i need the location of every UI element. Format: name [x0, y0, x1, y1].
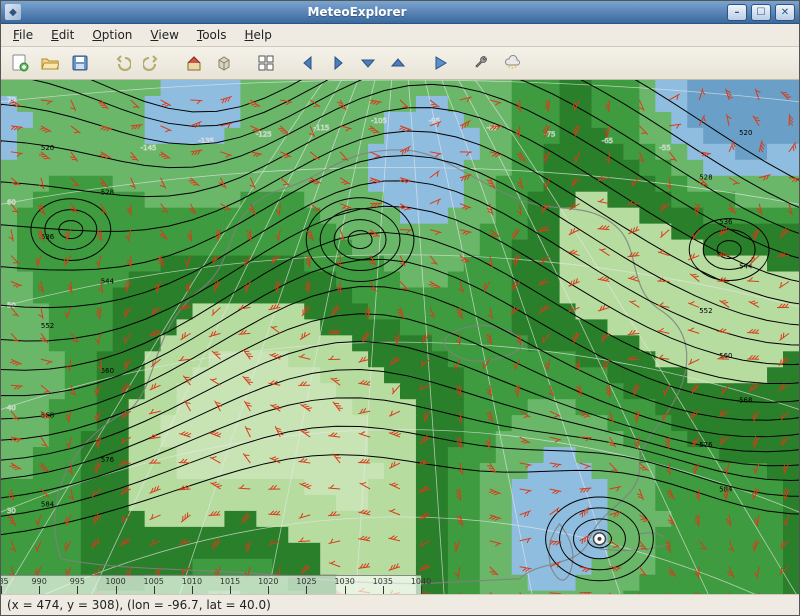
menu-tools[interactable]: Tools — [189, 26, 235, 44]
menu-view[interactable]: View — [142, 26, 186, 44]
svg-text:552: 552 — [699, 307, 712, 315]
menubar: File Edit Option View Tools Help — [1, 24, 799, 47]
scale-tick-label: 1010 — [182, 577, 202, 586]
box-icon — [215, 54, 233, 72]
svg-text:-145: -145 — [141, 144, 157, 152]
titlebar: ◆ MeteoExplorer – ☐ ✕ — [1, 1, 799, 24]
wrench-button[interactable] — [469, 50, 495, 76]
arrow-up-icon — [389, 54, 407, 72]
new-doc-icon — [11, 54, 29, 72]
menu-view-label: iew — [158, 28, 179, 42]
map-canvas[interactable]: -145-135-125-115-105-95-85-75-65-5520304… — [1, 80, 799, 594]
save-button[interactable] — [67, 50, 93, 76]
home-button[interactable] — [181, 50, 207, 76]
menu-tools-label: ools — [202, 28, 226, 42]
home-icon — [185, 54, 203, 72]
cloud-icon — [503, 54, 521, 72]
menu-option-label: ption — [102, 28, 133, 42]
menu-edit-label: dit — [59, 28, 75, 42]
back-button[interactable] — [295, 50, 321, 76]
cursor-position-label: (x = 474, y = 308), (lon = -96.7, lat = … — [7, 598, 271, 612]
close-button[interactable]: ✕ — [775, 4, 795, 21]
svg-text:568: 568 — [739, 396, 752, 404]
svg-text:520: 520 — [739, 129, 752, 137]
arrow-right-icon — [329, 54, 347, 72]
svg-text:30: 30 — [7, 507, 16, 515]
up-button[interactable] — [385, 50, 411, 76]
scale-tick-label: 1025 — [296, 577, 316, 586]
statusbar: (x = 474, y = 308), (lon = -96.7, lat = … — [1, 594, 799, 615]
menu-file[interactable]: File — [5, 26, 41, 44]
svg-text:-105: -105 — [371, 117, 387, 125]
arrange-button[interactable] — [253, 50, 279, 76]
svg-text:528: 528 — [699, 173, 712, 181]
svg-text:-65: -65 — [602, 137, 613, 145]
toolbar — [1, 47, 799, 80]
scale-tick-label: 1015 — [220, 577, 240, 586]
box-button[interactable] — [211, 50, 237, 76]
maximize-button[interactable]: ☐ — [751, 4, 771, 21]
svg-text:576: 576 — [101, 456, 114, 464]
svg-text:528: 528 — [101, 188, 114, 196]
scale-tick-label: 1000 — [105, 577, 125, 586]
down-button[interactable] — [355, 50, 381, 76]
scale-tick-label: 1040 — [411, 577, 431, 586]
scale-tick-label: 1035 — [373, 577, 393, 586]
floppy-icon — [71, 54, 89, 72]
menu-help-label: elp — [254, 28, 272, 42]
scale-tick-label: 995 — [70, 577, 85, 586]
color-scale: 985 990 995 1000 1005 1010 1015 1020 1025 1030 103… — [1, 575, 421, 594]
play-button[interactable] — [427, 50, 453, 76]
menu-file-label: ile — [19, 28, 33, 42]
new-button[interactable] — [7, 50, 33, 76]
undo-icon — [113, 54, 131, 72]
svg-text:584: 584 — [41, 501, 55, 509]
redo-button[interactable] — [139, 50, 165, 76]
scale-tick-label: 1020 — [258, 577, 278, 586]
minimize-button[interactable]: – — [727, 4, 747, 21]
svg-text:-125: -125 — [256, 131, 272, 139]
svg-text:60: 60 — [7, 199, 16, 207]
scale-tick-label: 1005 — [144, 577, 164, 586]
arrow-left-icon — [299, 54, 317, 72]
menu-edit[interactable]: Edit — [43, 26, 82, 44]
scale-tick-label: 985 — [1, 577, 9, 586]
menu-help[interactable]: Help — [236, 26, 279, 44]
scale-tick-label: 1030 — [334, 577, 354, 586]
redo-icon — [143, 54, 161, 72]
arrange-icon — [257, 54, 275, 72]
arrow-down-icon — [359, 54, 377, 72]
svg-text:544: 544 — [101, 278, 115, 286]
wrench-icon — [473, 54, 491, 72]
window-title: MeteoExplorer — [0, 5, 727, 19]
folder-open-icon — [41, 54, 59, 72]
svg-text:-115: -115 — [314, 124, 330, 132]
svg-text:-55: -55 — [659, 144, 670, 152]
play-icon — [431, 54, 449, 72]
weather-button[interactable] — [499, 50, 525, 76]
svg-text:576: 576 — [699, 441, 712, 449]
undo-button[interactable] — [109, 50, 135, 76]
svg-text:520: 520 — [41, 144, 54, 152]
open-button[interactable] — [37, 50, 63, 76]
forward-button[interactable] — [325, 50, 351, 76]
svg-text:536: 536 — [719, 218, 732, 226]
svg-text:560: 560 — [101, 367, 114, 375]
menu-option[interactable]: Option — [84, 26, 140, 44]
svg-text:552: 552 — [41, 322, 54, 330]
scale-tick-label: 990 — [32, 577, 47, 586]
